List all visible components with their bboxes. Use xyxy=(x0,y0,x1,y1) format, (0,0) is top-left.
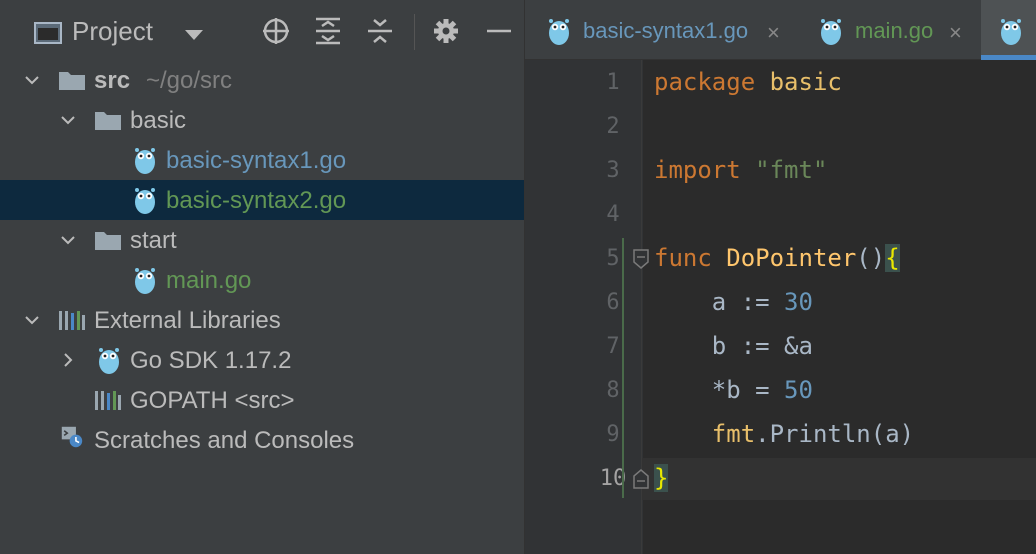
code-text: .Println(a) xyxy=(755,420,915,448)
library-icon xyxy=(59,311,85,330)
gopher-icon xyxy=(135,188,155,214)
tree-node-go-sdk[interactable]: Go SDK 1.17.2 xyxy=(0,340,524,380)
code-text: a := xyxy=(711,288,785,316)
current-line-highlight xyxy=(642,458,1036,500)
tree-node-start[interactable]: start xyxy=(0,220,524,260)
line-number: 8 xyxy=(606,378,620,403)
tree-node-scratches[interactable]: Scratches and Consoles xyxy=(0,420,524,460)
string-literal: "fmt" xyxy=(755,156,828,184)
code-line-9: fmt.Println(a) xyxy=(654,420,914,448)
tree-label: start xyxy=(130,227,177,254)
chevron-down-icon[interactable] xyxy=(185,30,203,40)
tree-label: basic xyxy=(130,107,187,134)
tree-node-basic-syntax1[interactable]: basic-syntax1.go xyxy=(0,140,524,180)
tree-node-basic[interactable]: basic xyxy=(0,100,524,140)
chevron-down-icon[interactable] xyxy=(60,112,76,128)
gopher-icon xyxy=(549,19,569,45)
project-panel: Project src ~/go/src basic basic-syntax1… xyxy=(0,0,524,554)
line-number: 1 xyxy=(606,70,620,95)
folder-icon xyxy=(95,112,121,130)
tree-label: src xyxy=(94,67,131,94)
tree-label: main.go xyxy=(166,267,252,294)
keyword: package xyxy=(654,68,756,96)
gopher-icon xyxy=(135,268,155,294)
package-ref: fmt xyxy=(711,420,756,448)
tree-label: basic-syntax2.go xyxy=(166,187,347,214)
tree-node-basic-syntax2[interactable]: basic-syntax2.go xyxy=(0,180,524,220)
collapse-all-icon[interactable] xyxy=(365,16,395,46)
gear-icon[interactable] xyxy=(431,16,461,46)
line-number: 6 xyxy=(606,290,620,315)
number-literal: 50 xyxy=(784,376,813,404)
tab-main-go[interactable]: main.go × xyxy=(805,0,981,60)
tree-label: GOPATH <src> xyxy=(130,387,295,414)
minus-icon[interactable] xyxy=(484,16,514,46)
line-number: 7 xyxy=(606,334,620,359)
editor-tab-bar: basic-syntax1.go × main.go × xyxy=(525,0,1036,60)
chevron-right-icon[interactable] xyxy=(60,352,76,368)
line-number: 9 xyxy=(606,422,620,447)
tab-label: basic-syntax1.go xyxy=(583,18,749,43)
tab-basic-syntax1[interactable]: basic-syntax1.go × xyxy=(525,0,797,60)
line-number: 4 xyxy=(606,202,620,227)
line-number-gutter: 1 2 3 4 5 6 7 8 9 10 xyxy=(525,60,643,554)
tree-path-hint: ~/go/src xyxy=(146,67,233,94)
folder-icon xyxy=(59,72,85,90)
code-line-7: b := &a xyxy=(654,332,813,360)
tree-label: Go SDK 1.17.2 xyxy=(130,347,292,374)
code-line-10: } xyxy=(654,464,669,492)
code-line-5: func DoPointer(){ xyxy=(654,244,900,272)
tree-label: basic-syntax1.go xyxy=(166,147,347,174)
close-brace: } xyxy=(654,464,669,492)
scratches-icon xyxy=(61,426,83,448)
expand-all-icon[interactable] xyxy=(313,16,343,46)
code-line-8: *b = 50 xyxy=(654,376,813,404)
change-marker xyxy=(622,238,624,498)
parens: () xyxy=(856,244,886,272)
package-name: basic xyxy=(769,68,842,96)
code-text: b := &a xyxy=(711,332,813,360)
chevron-down-icon[interactable] xyxy=(60,232,76,248)
fold-end-icon[interactable] xyxy=(632,468,650,490)
gopher-icon xyxy=(99,348,119,374)
project-window-icon xyxy=(34,22,62,44)
tree-node-external-libraries[interactable]: External Libraries xyxy=(0,300,524,340)
gopher-icon xyxy=(1001,19,1021,45)
number-literal: 30 xyxy=(784,288,813,316)
tree-label: Scratches and Consoles xyxy=(94,427,355,454)
code-line-1: package basic xyxy=(654,68,842,96)
line-number: 3 xyxy=(606,158,620,183)
keyword: func xyxy=(654,244,712,272)
gopher-icon xyxy=(135,148,155,174)
fold-icon[interactable] xyxy=(632,248,650,270)
toolbar-separator xyxy=(414,14,415,50)
folder-icon xyxy=(95,232,121,250)
chevron-down-icon[interactable] xyxy=(24,72,40,88)
open-brace: { xyxy=(885,244,900,272)
tree-label: External Libraries xyxy=(94,307,281,334)
gopher-icon xyxy=(821,19,841,45)
tree-node-gopath[interactable]: GOPATH <src> xyxy=(0,380,524,420)
library-icon xyxy=(95,391,121,410)
tab-active[interactable] xyxy=(981,0,1036,60)
function-name: DoPointer xyxy=(726,244,857,272)
chevron-down-icon[interactable] xyxy=(24,312,40,328)
active-tab-indicator xyxy=(981,55,1036,60)
close-icon[interactable]: × xyxy=(767,20,780,46)
close-icon[interactable]: × xyxy=(949,20,962,46)
crosshair-icon[interactable] xyxy=(261,16,291,46)
code-line-3: import "fmt" xyxy=(654,156,827,184)
code-line-6: a := 30 xyxy=(654,288,813,316)
tree-node-src[interactable]: src ~/go/src xyxy=(0,60,524,100)
keyword: import xyxy=(654,156,741,184)
line-number: 2 xyxy=(606,114,620,139)
code-text: *b = xyxy=(711,376,785,404)
project-view-title[interactable]: Project xyxy=(72,16,153,47)
tree-node-main-go[interactable]: main.go xyxy=(0,260,524,300)
tab-label: main.go xyxy=(855,18,934,43)
project-panel-header: Project xyxy=(0,0,524,60)
